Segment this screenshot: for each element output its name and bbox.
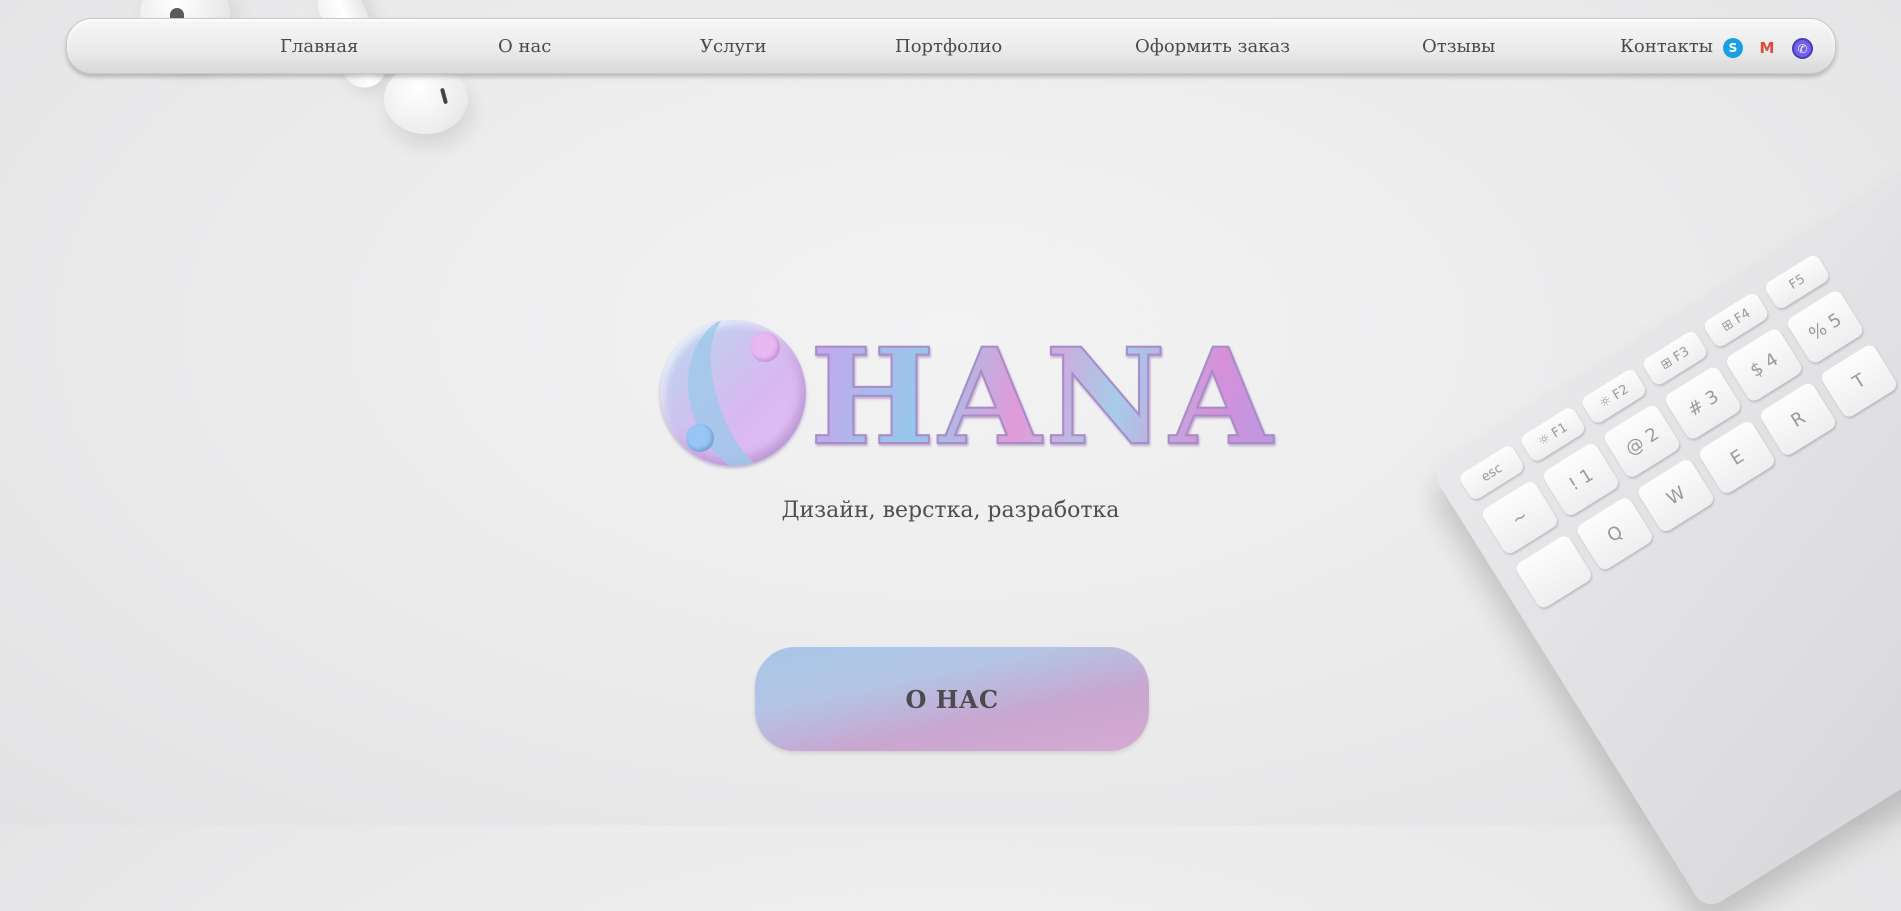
about-button[interactable]: О НАС: [755, 647, 1149, 751]
nav-link-contacts[interactable]: Контакты: [1620, 36, 1713, 57]
nav-link-home[interactable]: Главная: [280, 36, 358, 57]
gmail-icon[interactable]: M: [1757, 38, 1777, 58]
nav-link-reviews[interactable]: Отзывы: [1422, 36, 1495, 57]
logo-wordmark: HANA: [809, 320, 1277, 475]
main-nav-bar: Главная О нас Услуги Портфолио Оформить …: [66, 18, 1836, 74]
nav-link-about[interactable]: О нас: [498, 36, 551, 57]
nav-link-services[interactable]: Услуги: [700, 36, 767, 57]
keyboard-key: E: [1696, 418, 1778, 496]
logo-dot: [750, 332, 780, 362]
shana-logo: HANA: [660, 318, 1273, 478]
logo-dot: [686, 424, 714, 452]
logo-s-emblem-icon: [660, 320, 806, 466]
logo-swirl: [665, 320, 806, 466]
keyboard-key: R: [1757, 380, 1839, 458]
skype-icon[interactable]: S: [1723, 38, 1743, 58]
hero-tagline: Дизайн, верстка, разработка: [781, 498, 1120, 523]
keyboard-image: esc ☼ F1 ☼ F2 ⊞ F3 ⊞ F4 F5 ~ ! 1 @ 2 # 3…: [1430, 141, 1901, 911]
keyboard-key: T: [1819, 342, 1900, 420]
nav-link-portfolio[interactable]: Портфолио: [895, 36, 1002, 57]
viber-icon[interactable]: ✆: [1792, 38, 1813, 59]
nav-link-order[interactable]: Оформить заказ: [1135, 36, 1290, 57]
airpod-image-2: [384, 64, 468, 134]
keyboard-key: [1513, 533, 1594, 611]
